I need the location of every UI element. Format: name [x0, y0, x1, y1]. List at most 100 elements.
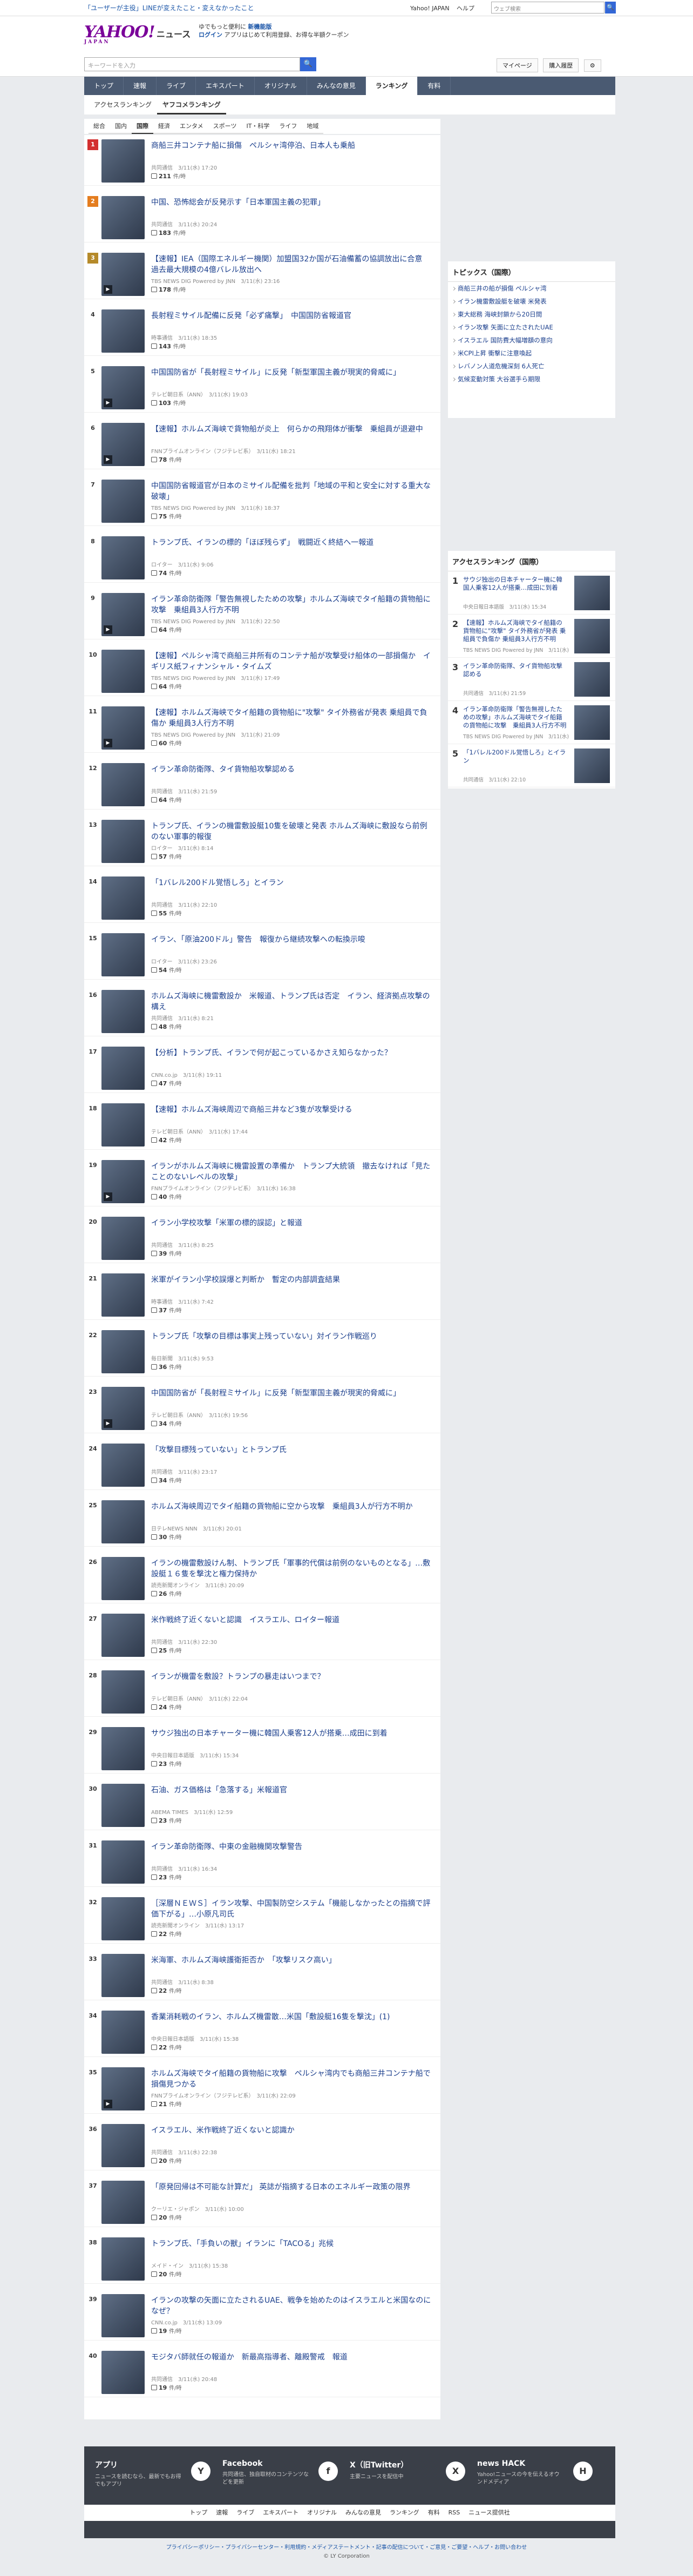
login-link[interactable]: ログイン [199, 31, 222, 38]
article-title[interactable]: 中国、恐怖総会が反発示す「日本軍国主義の犯罪」 [151, 197, 432, 208]
article-title[interactable]: イラン革命防衛隊、中東の金融機関攻撃警告 [151, 1842, 432, 1852]
list-item[interactable]: 19 ▶ イランがホルムズ海峡に機雷設置の準備か トランプ大統領 撤去なければ「見た… [84, 1156, 440, 1206]
article-title[interactable]: 中国国防省報道官が日本のミサイル配備を批判「地域の平和と安全に対する重大な破壊」 [151, 481, 432, 502]
nav-original[interactable]: オリジナル [255, 77, 307, 95]
article-thumbnail[interactable]: ▶ [101, 706, 145, 750]
comment-count[interactable]: 64 件/時 [151, 625, 182, 633]
article-title[interactable]: イランの攻撃の矢面に立たされるUAE、戦争を始めたのはイスラエルと米国なのになぜ… [151, 2295, 432, 2317]
list-item[interactable]: 6 ▶ 【速報】ホルムズ海峡で貨物船が炎上 何らかの飛翔体が衝撃 乗組員が退避中 FN… [84, 419, 440, 469]
article-thumbnail[interactable]: ▶ [101, 1160, 145, 1203]
article-thumbnail[interactable] [101, 2011, 145, 2054]
web-search-input[interactable]: ウェブ検索 [491, 2, 604, 14]
list-item[interactable]: 1 商船三井コンテナ船に損傷 ペルシャ湾停泊、日本人も乗船 共同通信 3/11(水)… [84, 135, 440, 186]
topic-link[interactable]: 米CPI上昇 衝撃に注意喚起 [448, 347, 615, 360]
side-article-title[interactable]: イラン革命防衛隊「警告無視したための攻撃」ホルムズ海峡でタイ船籍の貨物船に攻撃 … [463, 705, 567, 730]
side-ranking-item[interactable]: 3 イラン革命防衛隊、タイ貨物船攻撃認める 共同通信 3/11(水) 21:59 [448, 658, 615, 701]
list-item[interactable]: 24 「攻撃目標残っていない」とトランプ氏 共同通信 3/11(水) 23:17 34… [84, 1439, 440, 1490]
article-thumbnail[interactable]: ▶ [101, 1387, 145, 1430]
web-search-button[interactable]: 🔍 [605, 2, 616, 14]
article-thumbnail[interactable] [101, 933, 145, 976]
article-title[interactable]: 米作戦終了近くないと認識 イスラエル、ロイター報道 [151, 1615, 432, 1626]
list-item[interactable]: 37 「原発回帰は不可能な計算だ」 英誌が指摘する日本のエネルギー政策の限界 クーリ… [84, 2176, 440, 2227]
article-title[interactable]: 商船三井コンテナ船に損傷 ペルシャ湾停泊、日本人も乗船 [151, 140, 432, 151]
list-item[interactable]: 9 ▶ イラン革命防衛隊「警告無視したための攻撃」ホルムズ海峡でタイ船籍の貨物船に攻… [84, 589, 440, 639]
nav-live[interactable]: ライブ [157, 77, 196, 95]
comment-count[interactable]: 48 件/時 [151, 1022, 182, 1030]
footer-nav-item[interactable]: トップ [185, 2505, 212, 2521]
list-item[interactable]: 15 イラン、「原油200ドル」警告 報復から継続攻撃への転換示唆 ロイター 3/1… [84, 929, 440, 980]
help-link[interactable]: ヘルプ [457, 5, 474, 12]
list-item[interactable]: 29 サウジ独出の日本チャーター機に韓国人乗客12人が搭乗…成田に到着 中央日報日本… [84, 1723, 440, 1773]
list-item[interactable]: 4 長射程ミサイル配備に反発「必ず痛撃」 中国国防省報道官 時事通信 3/11(水)… [84, 305, 440, 356]
comment-count[interactable]: 24 件/時 [151, 1703, 182, 1711]
footer-nav-item[interactable]: ライブ [232, 2505, 259, 2521]
topic-link[interactable]: イラン攻撃 矢面に立たされたUAE [448, 321, 615, 334]
comment-count[interactable]: 39 件/時 [151, 1249, 182, 1257]
topic-link[interactable]: 気候変動対策 大谷選手ら期限 [448, 373, 615, 386]
list-item[interactable]: 36 イスラエル、米作戦終了近くないと認識か 共同通信 3/11(水) 22:38 2… [84, 2120, 440, 2170]
article-title[interactable]: 石油、ガス価格は「急落する」米報道官 [151, 1785, 432, 1796]
article-thumbnail[interactable] [101, 2294, 145, 2337]
comment-count[interactable]: 20 件/時 [151, 2213, 182, 2221]
comment-count[interactable]: 21 件/時 [151, 2100, 182, 2108]
comment-count[interactable]: 40 件/時 [151, 1192, 182, 1201]
comment-count[interactable]: 55 件/時 [151, 909, 182, 917]
topic-link[interactable]: 商船三井の船が損傷 ペルシャ湾 [448, 282, 615, 295]
article-title[interactable]: トランプ氏、「手負いの獣」イランに「TACOる」兆候 [151, 2238, 432, 2249]
article-thumbnail[interactable] [101, 1103, 145, 1147]
article-thumbnail[interactable] [101, 536, 145, 579]
list-item[interactable]: 33 米海軍、ホルムズ海峡護衛拒否か 「攻撃リスク高い」 共同通信 3/11(水) … [84, 1950, 440, 2000]
yahoo-logo[interactable]: YAHOO! JAPAN [84, 23, 155, 45]
article-thumbnail[interactable]: ▶ [101, 366, 145, 409]
comment-count[interactable]: 211 件/時 [151, 172, 186, 180]
list-item[interactable]: 12 イラン革命防衛隊、タイ貨物船攻撃認める 共同通信 3/11(水) 21:59 6… [84, 759, 440, 810]
article-title[interactable]: ホルムズ海峡に機雷敷設か 米報道、トランプ氏は否定 イラン、経済拠点攻撃の構え [151, 991, 432, 1013]
cat-it-science[interactable]: IT・科学 [241, 119, 275, 134]
comment-count[interactable]: 22 件/時 [151, 2043, 182, 2051]
comment-count[interactable]: 23 件/時 [151, 1816, 182, 1824]
comment-count[interactable]: 143 件/時 [151, 342, 186, 350]
side-ranking-item[interactable]: 5 「1バレル200ドル覚悟しろ」とイラン 共同通信 3/11(水) 22:10 [448, 744, 615, 787]
list-item[interactable]: 40 モジタバ師就任の報道か 新最高指導者、離殿警戒 報道 共同通信 3/11(水)… [84, 2346, 440, 2397]
article-thumbnail[interactable] [101, 1670, 145, 1714]
cat-entertainment[interactable]: エンタメ [175, 119, 208, 134]
article-thumbnail[interactable]: ▶ [101, 2067, 145, 2110]
topic-link[interactable]: イスラエル 国防費大幅増額の意向 [448, 334, 615, 347]
comment-count[interactable]: 19 件/時 [151, 2383, 182, 2391]
footer-nav-item[interactable]: 速報 [212, 2505, 232, 2521]
list-item[interactable]: 11 ▶ 【速報】ホルムズ海峡でタイ船籍の貨物船に"攻撃" タイ外務省が発表 乗組員… [84, 702, 440, 753]
footer-app[interactable]: X（旧Twitter） 主要ニュースを配信中 X [350, 2459, 477, 2492]
article-thumbnail[interactable]: ▶ [101, 423, 145, 466]
comment-count[interactable]: 103 件/時 [151, 399, 186, 407]
article-title[interactable]: 【速報】ペルシャ湾で商船三井所有のコンテナ船が攻撃受け船体の一部損傷か イギリス… [151, 651, 432, 672]
article-title[interactable]: 【速報】IEA（国際エネルギー機関）加盟国32か国が石油備蓄の協調放出に合意 過… [151, 254, 432, 275]
article-title[interactable]: 中国国防省が「長射程ミサイル」に反発「新型軍国主義が現実的脅威に」 [151, 1388, 432, 1399]
list-item[interactable]: 27 米作戦終了近くないと認識 イスラエル、ロイター報道 共同通信 3/11(水) … [84, 1609, 440, 1660]
comment-count[interactable]: 78 件/時 [151, 455, 182, 463]
article-title[interactable]: 【分析】トランプ氏、イランで何が起こっているかさえ知らなかった？ [151, 1048, 432, 1058]
comment-count[interactable]: 57 件/時 [151, 852, 182, 860]
article-thumbnail[interactable] [101, 2351, 145, 2394]
gear-icon[interactable]: ⚙ [583, 59, 601, 72]
article-title[interactable]: 長射程ミサイル配備に反発「必ず痛撃」 中国国防省報道官 [151, 311, 432, 321]
article-title[interactable]: トランプ氏、イランの機雷敷設艇10隻を破壊と発表 ホルムズ海峡に敷設なら前例のな… [151, 821, 432, 842]
footer-app[interactable]: アプリ ニュースを読むなら、最新でもお得でもアプリ Y [95, 2459, 222, 2492]
article-title[interactable]: イランが機雷を敷設？トランプの暴走はいつまで？ [151, 1671, 432, 1682]
footer-app[interactable]: news HACK Yahoo!ニュースの今を伝えるオウンドメディア H [477, 2459, 604, 2492]
footer-links[interactable]: プライバシーポリシー・プライバシーセンター・利用規約・メディアステートメント・記… [0, 2544, 693, 2552]
article-title[interactable]: トランプ氏、イランの標的「ほぼ残らず」 戦闘近く終結へ一報道 [151, 537, 432, 548]
article-thumbnail[interactable] [101, 1217, 145, 1260]
list-item[interactable]: 14 「1バレル200ドル覚悟しろ」とイラン 共同通信 3/11(水) 22:10 5… [84, 872, 440, 923]
article-thumbnail[interactable] [101, 1444, 145, 1487]
topic-link[interactable]: 東大総務 海峡封鎖から20日間 [448, 308, 615, 321]
article-thumbnail[interactable] [101, 1273, 145, 1317]
service-name[interactable]: ニュース [157, 27, 191, 40]
purchase-history-button[interactable]: 購入履歴 [543, 58, 579, 72]
nav-expert[interactable]: エキスパート [196, 77, 255, 95]
article-title[interactable]: イラン小学校攻撃「米軍の標的誤認」と報道 [151, 1218, 432, 1229]
article-thumbnail[interactable] [101, 139, 145, 183]
article-thumbnail[interactable] [101, 990, 145, 1033]
article-title[interactable]: 【速報】ホルムズ海峡周辺で商船三井など3隻が攻撃受ける [151, 1104, 432, 1115]
topic-link[interactable]: レバノン人道危機深刻 6人死亡 [448, 360, 615, 373]
side-thumbnail[interactable] [574, 705, 610, 740]
